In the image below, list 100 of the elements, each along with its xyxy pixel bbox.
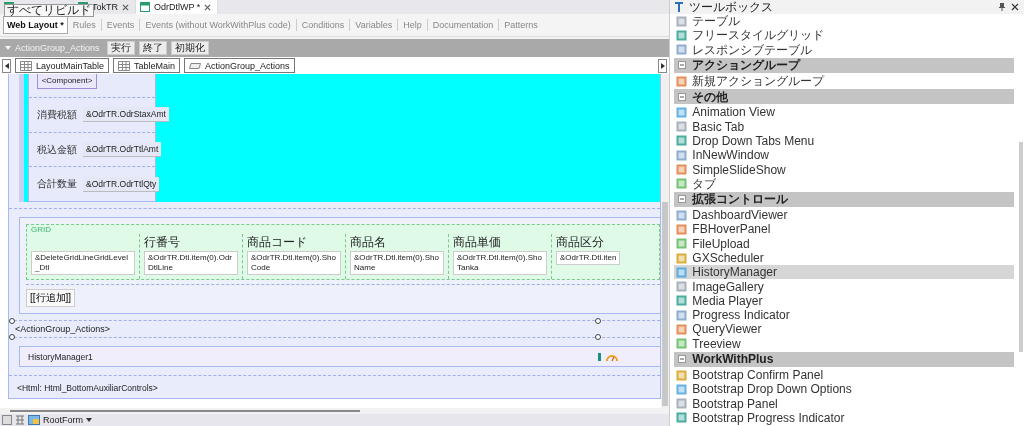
toolbox-item[interactable]: 新規アクショングループ bbox=[674, 73, 1014, 89]
scrollbar-thumb[interactable] bbox=[662, 202, 669, 406]
action-group-icon bbox=[189, 61, 202, 70]
pin-icon[interactable] bbox=[999, 3, 1005, 11]
scrollbar-thumb[interactable] bbox=[10, 410, 360, 412]
dropdown-caret-icon[interactable] bbox=[86, 418, 92, 422]
toolbox-item[interactable]: ImageGallery bbox=[674, 279, 1014, 294]
scroll-right-button[interactable] bbox=[658, 58, 668, 73]
variable-field[interactable]: &OdrTR.OdrTtlQty bbox=[83, 176, 160, 192]
component-icon bbox=[676, 106, 688, 118]
toolbox-item[interactable]: タブ bbox=[674, 176, 1014, 191]
toolbox-item[interactable]: Treeview bbox=[674, 336, 1014, 351]
category-header[interactable]: その他 bbox=[674, 89, 1014, 105]
html-control[interactable]: <Html: Html_BottomAuxiliarControls> bbox=[9, 375, 661, 393]
action-button[interactable]: 実行 bbox=[106, 41, 135, 55]
toolbox-item[interactable]: QueryViewer bbox=[674, 322, 1014, 337]
scroll-left-button[interactable] bbox=[2, 58, 11, 73]
caret-icon[interactable] bbox=[5, 46, 11, 50]
collapse-icon[interactable] bbox=[678, 355, 687, 364]
category-header[interactable]: 拡張コントロール bbox=[674, 191, 1014, 207]
toolbox-item[interactable]: Bootstrap Drop Down Options bbox=[674, 382, 1014, 397]
root-form-dropdown[interactable]: RootForm bbox=[43, 415, 83, 425]
close-icon[interactable] bbox=[122, 3, 129, 11]
toolbox-item[interactable]: Media Player bbox=[674, 293, 1014, 309]
history-icon bbox=[598, 351, 620, 362]
toolbox-item[interactable]: Basic Tab bbox=[674, 119, 1014, 134]
grid-title: GRID bbox=[31, 225, 51, 234]
variable-field[interactable]: &OdrTR.Dtl.item(0).OdrDtlLine bbox=[144, 251, 238, 275]
left-arrow-icon bbox=[4, 62, 9, 69]
category-header[interactable]: アクショングループ bbox=[674, 57, 1014, 73]
panel-title: ツールボックス bbox=[689, 0, 774, 14]
document-icon bbox=[140, 2, 150, 12]
component-icon bbox=[676, 75, 688, 87]
component-icon bbox=[676, 266, 688, 278]
column-header: 商品区分 bbox=[556, 235, 604, 249]
toolbox-item[interactable]: Drop Down Tabs Menu bbox=[674, 133, 1014, 149]
variable-field[interactable]: &OdrTR.OdrStaxAmt bbox=[83, 107, 169, 123]
toolbox-item[interactable]: レスポンシブテーブル bbox=[674, 42, 1014, 57]
toolbox-item[interactable]: Animation View bbox=[674, 105, 1014, 120]
toolbox-item[interactable]: HistoryManager bbox=[674, 265, 1014, 280]
close-icon[interactable] bbox=[1011, 3, 1019, 11]
variable-field[interactable]: &OdrTR.Dtl.item(0).ShoTanka bbox=[453, 251, 547, 275]
toolbox-item[interactable]: FBHoverPanel bbox=[674, 222, 1014, 237]
breadcrumb-item[interactable]: ActionGroup_Actions bbox=[184, 58, 295, 73]
component-icon bbox=[676, 178, 688, 190]
variable-field[interactable]: &OdrTR.OdrTtlAmt bbox=[83, 142, 162, 157]
toolbox-item[interactable]: フリースタイルグリッド bbox=[674, 28, 1014, 43]
grid-icon[interactable] bbox=[15, 415, 25, 425]
category-header[interactable]: WorkWithPlus bbox=[674, 351, 1014, 367]
toolbox-item[interactable]: Bootstrap Panel bbox=[674, 396, 1014, 411]
toolbox-item[interactable]: FileUpload bbox=[674, 236, 1014, 251]
variable-field[interactable]: &OdrTR.Dtl.item(0).ShoCode bbox=[247, 251, 341, 275]
field-label: 合計数量 bbox=[37, 177, 77, 192]
toolbox-item[interactable]: テーブル bbox=[674, 14, 1014, 29]
right-arrow-icon bbox=[660, 62, 665, 69]
component-icon bbox=[676, 223, 688, 235]
table-icon bbox=[20, 60, 32, 71]
component-icon bbox=[676, 383, 688, 395]
view-tab[interactable]: Web Layout * bbox=[3, 16, 68, 34]
toolbox-item[interactable]: GXScheduler bbox=[674, 250, 1014, 266]
column-header: 行番号 bbox=[144, 235, 180, 249]
component-icon bbox=[676, 44, 688, 56]
action-button[interactable]: 終了 bbox=[138, 41, 167, 55]
component-icon bbox=[676, 309, 688, 321]
component-icon bbox=[676, 15, 688, 27]
variable-field[interactable]: &OdrTR.Dtl.item(0).ShoName bbox=[350, 251, 444, 275]
toolbox-item[interactable]: InNewWindow bbox=[674, 148, 1014, 163]
component-field: <Component> bbox=[37, 74, 97, 89]
component-icon bbox=[676, 295, 688, 307]
column-header: 商品単価 bbox=[453, 235, 501, 249]
toolbox-item[interactable]: Bootstrap Confirm Panel bbox=[674, 367, 1014, 383]
collapse-icon[interactable] bbox=[678, 195, 687, 204]
tooltip: すべてリビルド bbox=[4, 4, 94, 17]
column-header: 商品名 bbox=[350, 235, 386, 249]
breadcrumb-item[interactable]: TableMain bbox=[113, 58, 181, 73]
toolbox-item[interactable]: DashboardViewer bbox=[674, 207, 1014, 223]
component-icon bbox=[676, 338, 688, 350]
component-icon bbox=[676, 324, 688, 335]
component-icon bbox=[676, 149, 688, 161]
collapse-icon[interactable] bbox=[678, 61, 687, 70]
form-icon[interactable] bbox=[28, 415, 40, 425]
action-group-row[interactable]: <ActionGroup_Actions> bbox=[9, 320, 661, 338]
table-icon bbox=[118, 60, 131, 71]
breadcrumb-item[interactable]: LayoutMainTable bbox=[15, 58, 110, 73]
variable-field[interactable]: &DeleteGridLineGridLevel_Dtl bbox=[31, 251, 135, 275]
toolbox-item[interactable]: Progress Indicator bbox=[674, 308, 1014, 323]
history-manager-control[interactable]: HistoryManager1 bbox=[19, 346, 661, 367]
toolbox-item[interactable]: SimpleSlideShow bbox=[674, 162, 1014, 177]
component-icon bbox=[676, 164, 688, 175]
editor-tab[interactable]: OdrDtlWP * bbox=[136, 0, 219, 14]
variable-field[interactable]: &OdrTR.Dtl.iten bbox=[556, 251, 621, 265]
scrollbar-thumb[interactable] bbox=[1019, 142, 1023, 352]
component-icon bbox=[676, 121, 688, 133]
component-icon bbox=[676, 252, 688, 264]
toolbar-icon[interactable] bbox=[2, 415, 12, 425]
toolbox-item[interactable]: Bootstrap Progress Indicator bbox=[674, 410, 1014, 426]
action-button[interactable]: 初期化 bbox=[170, 41, 209, 55]
add-row-button[interactable]: [[行追加]] bbox=[26, 289, 76, 307]
collapse-icon[interactable] bbox=[678, 92, 687, 101]
close-icon[interactable] bbox=[204, 3, 212, 11]
